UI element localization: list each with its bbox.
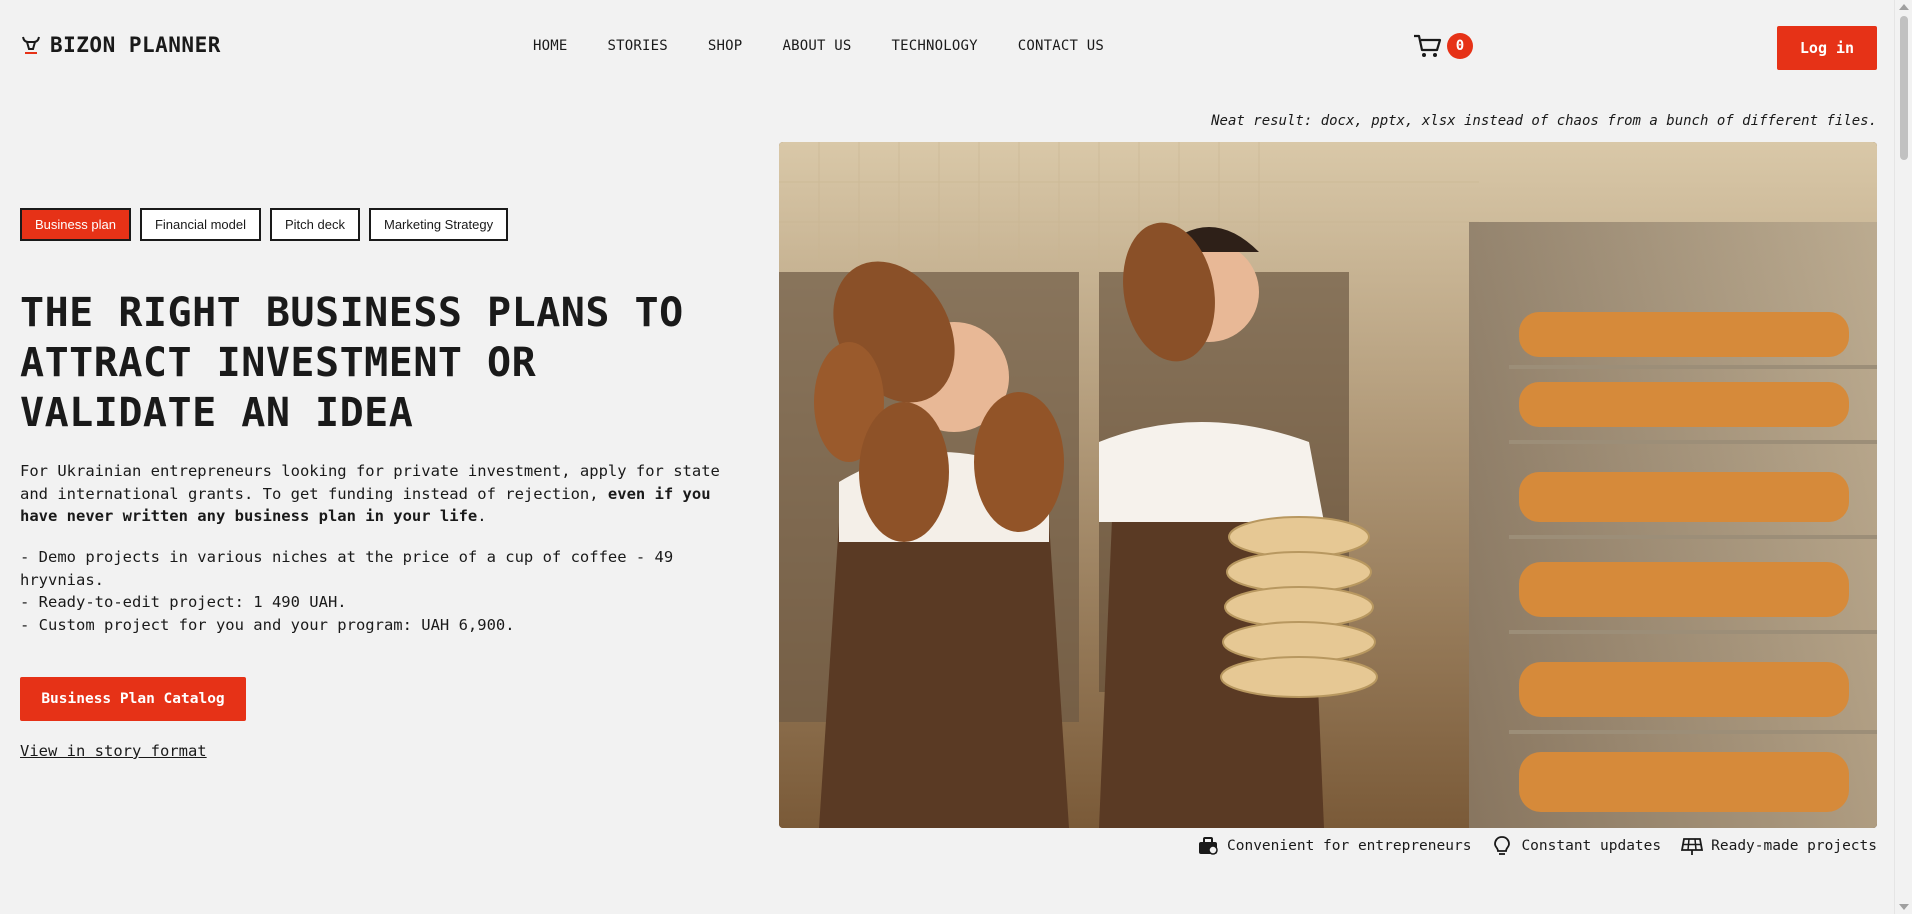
nav-shop[interactable]: SHOP	[708, 38, 743, 54]
cart-count-badge: 0	[1447, 33, 1473, 59]
pricing-item-custom: - Custom project for you and your progra…	[20, 615, 515, 634]
feature-ready-made-label: Ready-made projects	[1711, 838, 1877, 854]
output-tagline: Neat result: docx, pptx, xlsx instead of…	[1211, 113, 1877, 129]
tab-marketing-strategy[interactable]: Marketing Strategy	[368, 208, 509, 241]
login-button[interactable]: Log in	[1777, 26, 1877, 70]
brand-logo[interactable]: BIZON PLANNER	[20, 33, 221, 57]
scroll-up-icon[interactable]	[1899, 4, 1909, 10]
feature-updates: Constant updates	[1491, 836, 1661, 856]
intro-end: .	[477, 507, 487, 525]
feature-convenient-label: Convenient for entrepreneurs	[1227, 838, 1472, 854]
feature-list: Convenient for entrepreneurs Constant up…	[1197, 836, 1877, 856]
nav-technology[interactable]: TECHNOLOGY	[891, 38, 977, 54]
bakers-photo-illustration	[779, 142, 1877, 828]
feature-updates-label: Constant updates	[1521, 838, 1662, 854]
main-nav: HOME STORIES SHOP ABOUT US TECHNOLOGY CO…	[533, 38, 1144, 54]
page-scrollbar[interactable]	[1894, 0, 1912, 914]
hero-image-bakers	[779, 142, 1877, 828]
document-type-tabs: Business plan Financial model Pitch deck…	[20, 208, 509, 241]
nav-about-us[interactable]: ABOUT US	[782, 38, 851, 54]
feature-convenient: Convenient for entrepreneurs	[1197, 836, 1471, 856]
bison-logo-icon	[22, 36, 40, 54]
pricing-list: - Demo projects in various niches at the…	[20, 546, 720, 636]
intro-paragraph: For Ukrainian entrepreneurs looking for …	[20, 460, 750, 528]
pricing-item-demo: - Demo projects in various niches at the…	[20, 548, 674, 589]
story-format-link[interactable]: View in story format	[20, 742, 207, 760]
nav-home[interactable]: HOME	[533, 38, 568, 54]
tab-pitch-deck[interactable]: Pitch deck	[270, 208, 360, 241]
hero-headline: THE RIGHT BUSINESS PLANS TO ATTRACT INVE…	[20, 290, 684, 436]
tab-financial-model[interactable]: Financial model	[139, 208, 261, 241]
pricing-item-ready: - Ready-to-edit project: 1 490 UAH.	[20, 593, 347, 611]
cart-icon	[1414, 34, 1442, 57]
solar-panel-icon	[1681, 838, 1704, 855]
briefcase-icon	[1199, 837, 1218, 855]
brand-name: BIZON PLANNER	[50, 33, 221, 57]
scroll-thumb[interactable]	[1900, 16, 1908, 160]
catalog-button[interactable]: Business Plan Catalog	[20, 677, 246, 721]
nav-stories[interactable]: STORIES	[608, 38, 668, 54]
nav-contact-us[interactable]: CONTACT US	[1018, 38, 1104, 54]
feature-ready-made: Ready-made projects	[1681, 836, 1877, 856]
scroll-down-icon[interactable]	[1899, 904, 1909, 910]
tab-business-plan[interactable]: Business plan	[20, 208, 131, 241]
site-header: BIZON PLANNER HOME STORIES SHOP ABOUT US…	[0, 0, 1894, 94]
cart-button[interactable]: 0	[1413, 33, 1473, 59]
lightbulb-icon	[1494, 836, 1511, 855]
